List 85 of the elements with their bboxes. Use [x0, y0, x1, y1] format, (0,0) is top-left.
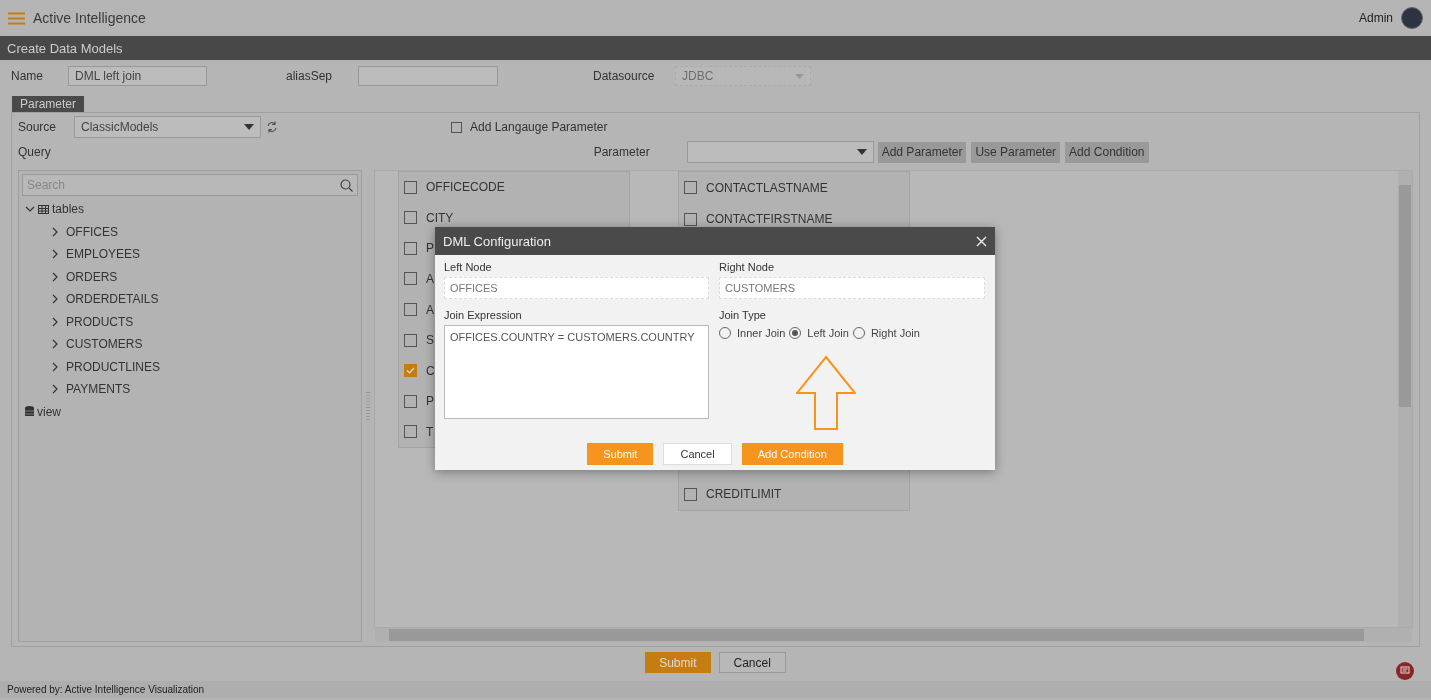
- search-icon[interactable]: [340, 178, 353, 192]
- chevron-right-icon[interactable]: [50, 226, 60, 237]
- avatar-icon[interactable]: [1401, 7, 1423, 29]
- tree-item[interactable]: tables: [52, 202, 85, 217]
- column-name: CREDITLIMIT: [706, 487, 782, 502]
- caret-icon[interactable]: [244, 124, 254, 130]
- footer: Powered by: Active Intelligence Visualization: [0, 681, 1431, 698]
- vertical-scrollbar[interactable]: [1398, 171, 1412, 627]
- field-label: Join Expression: [444, 308, 523, 323]
- checkbox[interactable]: [684, 212, 697, 226]
- checkbox[interactable]: [684, 487, 697, 501]
- app-title: Active Intelligence: [33, 10, 146, 26]
- user-name[interactable]: Admin: [1359, 11, 1393, 25]
- column-name: CONTACTFIRSTNAME: [706, 212, 833, 227]
- tree-item[interactable]: ORDERDETAILS: [66, 292, 159, 307]
- column-name: T: [426, 424, 434, 439]
- page-title: Create Data Models: [0, 36, 1431, 60]
- database-icon: [25, 406, 34, 418]
- column-name: CITY: [426, 210, 454, 225]
- tree-item[interactable]: ORDERS: [66, 269, 118, 284]
- toolbar-button[interactable]: Use Parameter: [971, 141, 1061, 163]
- chevron-right-icon[interactable]: [50, 249, 60, 260]
- chevron-right-icon[interactable]: [50, 271, 60, 282]
- tree-item[interactable]: EMPLOYEES: [66, 247, 141, 262]
- cancel-button[interactable]: Cancel: [718, 652, 786, 673]
- column-name: A: [426, 302, 434, 317]
- field-label: Left Node: [444, 260, 493, 275]
- chevron-right-icon[interactable]: [50, 339, 60, 350]
- alias-field[interactable]: [358, 66, 498, 86]
- chevron-right-icon[interactable]: [50, 361, 60, 372]
- chat-icon[interactable]: [1396, 662, 1414, 680]
- toolbar-button[interactable]: Add Parameter: [877, 141, 967, 163]
- chevron-right-icon[interactable]: [50, 316, 60, 327]
- checkbox[interactable]: [684, 181, 697, 195]
- left-node-field[interactable]: OFFICES: [444, 277, 709, 299]
- column-name: OFFICECODE: [426, 180, 505, 195]
- field-label: aliasSep: [286, 69, 334, 83]
- right-node-field[interactable]: CUSTOMERS: [719, 277, 985, 299]
- dialog-title: DML Configuration: [443, 233, 551, 249]
- close-button[interactable]: [976, 235, 987, 247]
- checkbox[interactable]: [404, 180, 417, 194]
- name-field[interactable]: DML left join: [68, 66, 207, 86]
- caret-icon[interactable]: [856, 149, 867, 155]
- tree-item[interactable]: PRODUCTLINES: [66, 359, 160, 374]
- tree-item[interactable]: PAYMENTS: [66, 382, 131, 397]
- checkbox[interactable]: [404, 303, 417, 317]
- column-name: C: [426, 363, 435, 378]
- field-label: Datasource: [593, 69, 656, 83]
- join-expression-field[interactable]: OFFICES.COUNTRY = CUSTOMERS.COUNTRY: [444, 325, 709, 419]
- checkbox[interactable]: [451, 121, 462, 133]
- column-name: P: [426, 241, 434, 256]
- radio-option[interactable]: Left Join: [789, 327, 849, 339]
- column-name: A: [426, 271, 434, 286]
- tree-item[interactable]: CUSTOMERS: [66, 337, 143, 352]
- field-label: Right Node: [719, 260, 776, 275]
- checkbox[interactable]: [404, 364, 417, 378]
- toolbar-button[interactable]: Add Condition: [1065, 141, 1149, 163]
- field-label: Source: [18, 120, 58, 134]
- checkbox[interactable]: [404, 241, 417, 255]
- chevron-right-icon[interactable]: [50, 294, 60, 305]
- column-name: CONTACTLASTNAME: [706, 180, 828, 195]
- radio-option[interactable]: Inner Join: [719, 327, 786, 339]
- checkbox[interactable]: [404, 333, 417, 347]
- tree-item[interactable]: OFFICES: [66, 224, 118, 239]
- checkbox[interactable]: [404, 394, 417, 408]
- cancel-button[interactable]: Cancel: [663, 443, 732, 465]
- checkbox-label: Add Langauge Parameter: [470, 120, 608, 134]
- chevron-right-icon[interactable]: [50, 384, 60, 395]
- column-name: P: [426, 394, 434, 409]
- refresh-icon[interactable]: [266, 121, 278, 133]
- table-icon: [38, 204, 49, 214]
- field-label: Parameter: [593, 145, 651, 159]
- column-name: S: [426, 333, 434, 348]
- horizontal-scrollbar[interactable]: [375, 628, 1412, 642]
- checkbox[interactable]: [404, 272, 417, 286]
- checkbox[interactable]: [404, 425, 417, 439]
- field-label: Name: [11, 69, 44, 83]
- tab[interactable]: Parameter: [12, 96, 85, 112]
- checkbox[interactable]: [404, 211, 417, 225]
- field-label: Join Type: [719, 308, 767, 323]
- tree-item[interactable]: PRODUCTS: [66, 314, 134, 329]
- source-dropdown[interactable]: ClassicModels: [74, 116, 261, 138]
- tree-item[interactable]: view: [37, 404, 61, 419]
- radio-option[interactable]: Right Join: [852, 327, 920, 339]
- query-label: Query: [18, 145, 51, 159]
